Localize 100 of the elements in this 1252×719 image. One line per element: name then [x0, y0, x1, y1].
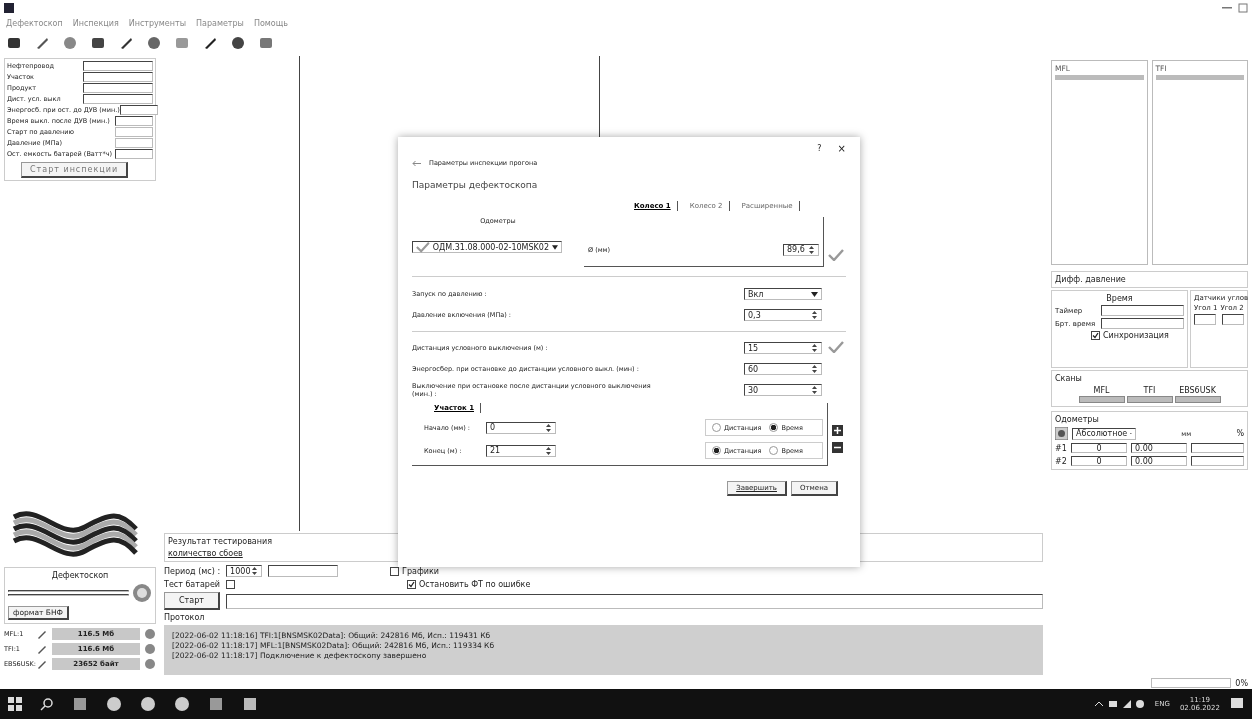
distance-field[interactable]: 0.00: [1131, 443, 1187, 453]
menu-item[interactable]: Помощь: [253, 18, 288, 28]
spin-field[interactable]: 15: [744, 342, 822, 354]
start-button[interactable]: Старт: [164, 592, 220, 610]
radio-button[interactable]: [712, 446, 721, 455]
minus-icon: [834, 444, 841, 451]
browser-icon[interactable]: [174, 696, 190, 712]
radio-button[interactable]: [769, 446, 779, 455]
input-field[interactable]: [268, 565, 339, 577]
browser-icon[interactable]: [140, 696, 156, 712]
input-field[interactable]: [1101, 305, 1184, 316]
scan-label: MFL: [1093, 386, 1110, 395]
scan-label: EBS6USK: [1179, 386, 1216, 395]
checkbox-label: Остановить ФТ по ошибке: [419, 580, 531, 589]
group-title: Результат тестирования: [168, 537, 273, 546]
spin-arrows-icon[interactable]: [811, 343, 818, 353]
task-view-icon[interactable]: [72, 696, 88, 712]
input-field[interactable]: [83, 72, 153, 82]
spin-arrows-icon[interactable]: [811, 364, 818, 374]
scan-label: TFI: [1143, 386, 1156, 395]
select-field[interactable]: Абсолютное: [1072, 427, 1136, 440]
spin-field[interactable]: 21: [486, 444, 556, 457]
menu-item[interactable]: Дефектоскоп: [6, 18, 63, 28]
angle-field[interactable]: [1194, 314, 1216, 325]
spin-field[interactable]: 0: [486, 421, 556, 434]
power-icon[interactable]: [132, 583, 152, 603]
group-title: Протокол: [164, 613, 206, 622]
spin-field[interactable]: 60: [744, 363, 822, 375]
help-button[interactable]: ?: [817, 144, 822, 153]
input-field[interactable]: [115, 127, 153, 137]
group-title: Дефектоскоп: [50, 571, 110, 580]
windows-icon[interactable]: [8, 697, 22, 711]
reset-icon[interactable]: [1055, 427, 1068, 440]
select-field[interactable]: ОДМ.31.08.000-02-10MSK02: [412, 241, 562, 253]
group-title: Сканы: [1055, 374, 1083, 383]
input-field[interactable]: [115, 116, 153, 126]
battery-test-label: Тест батарей: [164, 580, 220, 589]
disk-icon[interactable]: [144, 642, 156, 655]
dialog-title: Параметры дефектоскопа: [412, 180, 539, 190]
maximize-icon[interactable]: [1238, 3, 1248, 13]
remove-button[interactable]: [832, 442, 843, 453]
tray-icons: [1094, 699, 1145, 709]
radio-button[interactable]: [769, 423, 779, 432]
menu-item[interactable]: Инспекция: [72, 18, 119, 28]
checkbox[interactable]: [390, 566, 400, 576]
period-label: Период (мс) :: [164, 566, 221, 576]
back-arrow-icon[interactable]: [412, 159, 421, 167]
menu-item[interactable]: Инструменты: [128, 18, 186, 28]
input-field[interactable]: [1101, 318, 1184, 329]
spin-arrows-icon[interactable]: [811, 310, 818, 320]
spin-field[interactable]: 0,3: [744, 309, 822, 321]
percent-label: %: [1236, 429, 1244, 438]
spin-arrows-icon[interactable]: [545, 445, 552, 456]
spin-field[interactable]: 1000: [226, 565, 263, 577]
checkbox-label: Синхронизация: [1103, 331, 1169, 340]
app-icon: [4, 3, 14, 13]
odometer-label: #2: [1055, 456, 1067, 466]
browser-icon[interactable]: [106, 696, 122, 712]
start-inspection-button[interactable]: Старт инспекции: [21, 162, 129, 178]
radio-button[interactable]: [712, 423, 721, 432]
input-field[interactable]: [119, 105, 158, 115]
add-button[interactable]: [832, 425, 843, 436]
group-title: Время: [1105, 294, 1134, 303]
odometer-label: #1: [1055, 443, 1067, 453]
spin-arrows-icon[interactable]: [251, 566, 259, 576]
spin-arrows-icon[interactable]: [545, 422, 552, 433]
notification-icon[interactable]: [1230, 697, 1244, 711]
disk-icon[interactable]: [144, 657, 156, 670]
menu-item[interactable]: Параметры: [196, 18, 244, 28]
input-field[interactable]: [83, 83, 153, 93]
input-field[interactable]: [115, 138, 153, 148]
distance-field[interactable]: 0.00: [1131, 456, 1187, 466]
group-title: Дифф. давление: [1055, 275, 1127, 284]
percent-field[interactable]: [1191, 443, 1244, 453]
group-title: Одометры: [1055, 415, 1100, 424]
search-icon[interactable]: [40, 697, 54, 711]
checkbox[interactable]: [407, 580, 416, 589]
spin-field[interactable]: 89,6: [783, 243, 819, 256]
spin-arrows-icon[interactable]: [808, 244, 815, 255]
input-field[interactable]: [115, 149, 153, 159]
checkbox[interactable]: [1091, 331, 1100, 340]
close-button[interactable]: ×: [837, 143, 846, 154]
count-field[interactable]: 0: [1071, 443, 1127, 453]
app-icon[interactable]: [242, 696, 258, 712]
progress-percent: 0%: [1235, 678, 1248, 688]
select-field[interactable]: Вкл: [744, 288, 822, 300]
checkbox[interactable]: [226, 580, 235, 589]
checkbox-label: Графики: [402, 566, 440, 576]
minimize-icon[interactable]: [1222, 6, 1232, 10]
app-icon[interactable]: [208, 696, 224, 712]
spin-field[interactable]: 30: [744, 384, 822, 396]
input-field[interactable]: [83, 94, 153, 104]
checkmark-icon: [828, 249, 844, 261]
checkmark-icon: [828, 341, 844, 353]
disk-icon[interactable]: [144, 627, 156, 640]
spin-arrows-icon[interactable]: [811, 385, 818, 395]
angle-field[interactable]: [1222, 314, 1244, 325]
count-field[interactable]: 0: [1071, 456, 1127, 466]
input-field[interactable]: [83, 61, 153, 71]
percent-field[interactable]: [1191, 456, 1244, 466]
